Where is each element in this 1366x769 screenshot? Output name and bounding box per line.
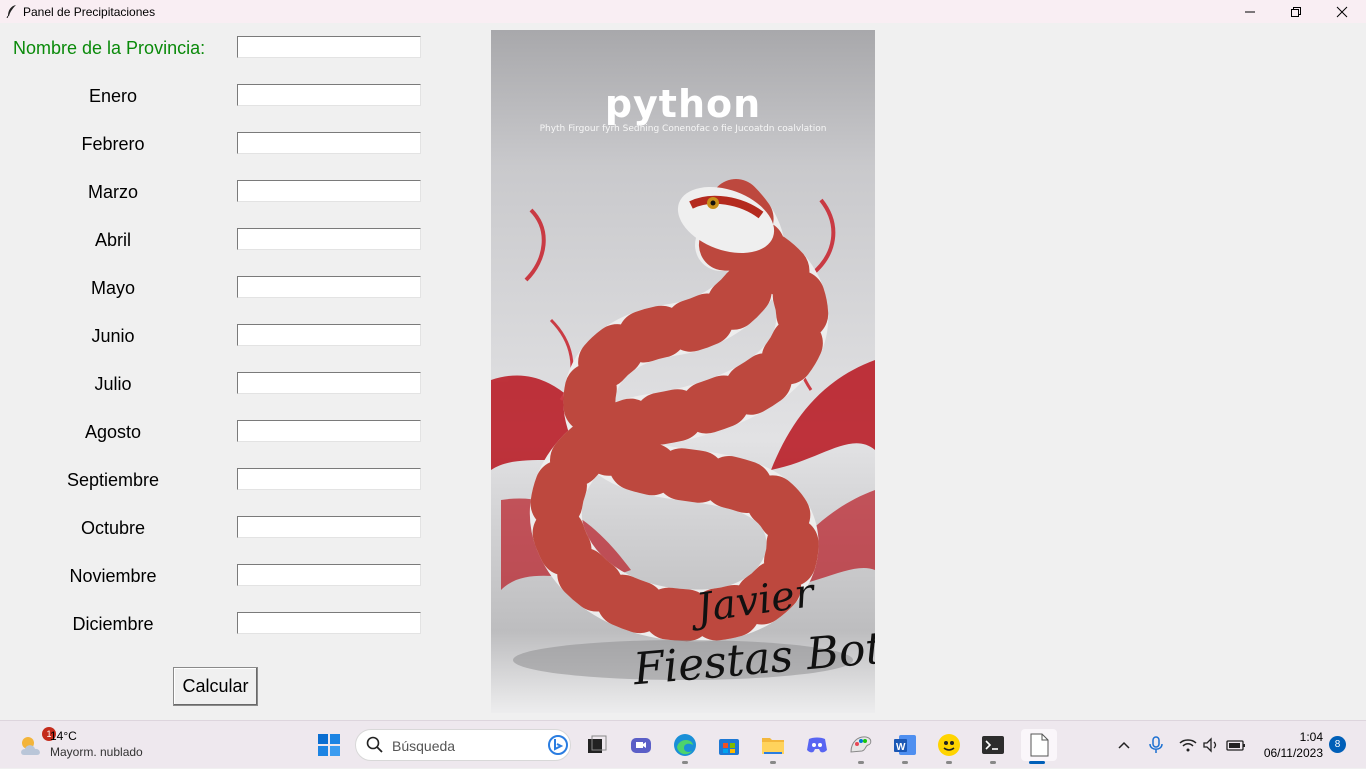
cyberghost-icon <box>938 734 960 756</box>
weather-description: Mayorm. nublado <box>50 745 143 759</box>
taskbar-store[interactable] <box>713 729 745 761</box>
running-indicator <box>990 761 996 764</box>
month-input-abril[interactable] <box>237 228 421 250</box>
meet-icon <box>631 738 651 753</box>
calculate-button[interactable]: Calcular <box>173 667 258 706</box>
weather-temperature: 14°C <box>50 729 77 743</box>
chevron-up-icon <box>1118 741 1130 749</box>
close-icon <box>1336 6 1348 17</box>
month-label-abril: Abril <box>94 230 131 250</box>
tray-microphone[interactable] <box>1146 735 1166 755</box>
running-indicator <box>946 761 952 764</box>
terminal-icon <box>982 736 1004 754</box>
weather-widget[interactable]: 1 14°C Mayorm. nublado <box>10 721 160 769</box>
search-placeholder: Búsqueda <box>392 738 456 754</box>
taskbar-task-view[interactable] <box>581 729 613 761</box>
document-icon <box>1030 733 1049 757</box>
tray-battery[interactable] <box>1226 735 1246 755</box>
title-bar: Panel de Precipitaciones <box>0 0 1366 23</box>
restore-icon <box>1291 6 1301 17</box>
windows-start-icon <box>318 734 340 756</box>
bing-icon <box>548 735 568 755</box>
month-label-febrero: Febrero <box>81 134 145 154</box>
taskbar-cyberghost[interactable] <box>933 729 965 764</box>
taskbar-terminal[interactable] <box>977 729 1009 764</box>
notification-count-badge[interactable]: 8 <box>1329 736 1346 753</box>
month-label-noviembre: Noviembre <box>69 566 157 586</box>
taskbar-paint[interactable] <box>845 729 877 764</box>
running-indicator <box>770 761 776 764</box>
clock-time: 1:04 <box>1299 730 1323 744</box>
cover-title: python <box>604 82 762 126</box>
month-label-junio: Junio <box>91 326 135 346</box>
svg-text:W: W <box>896 742 906 753</box>
discord-icon <box>807 737 827 753</box>
edge-icon <box>674 734 696 756</box>
feather-app-icon <box>6 5 16 18</box>
running-indicator <box>902 761 908 764</box>
microphone-icon <box>1149 736 1163 753</box>
wifi-icon <box>1179 739 1197 752</box>
word-icon: W <box>894 735 916 755</box>
task-view-icon <box>588 735 607 753</box>
running-indicator <box>858 761 864 764</box>
month-input-marzo[interactable] <box>237 180 421 202</box>
taskbar-file-explorer[interactable] <box>757 729 789 764</box>
month-input-febrero[interactable] <box>237 132 421 154</box>
running-indicator <box>682 761 688 764</box>
form-panel: Nombre de la Provincia: Enero Febrero Ma… <box>0 23 1366 720</box>
tray-overflow-button[interactable] <box>1114 735 1134 755</box>
month-label-septiembre: Septiembre <box>66 470 160 490</box>
month-label-octubre: Octubre <box>80 518 146 538</box>
month-input-agosto[interactable] <box>237 420 421 442</box>
month-input-mayo[interactable] <box>237 276 421 298</box>
month-label-enero: Enero <box>88 86 138 106</box>
province-input[interactable] <box>237 36 421 58</box>
month-label-julio: Julio <box>94 374 132 394</box>
taskbar-search[interactable]: Búsqueda <box>355 729 571 761</box>
store-icon <box>719 739 739 755</box>
taskbar-meet[interactable] <box>625 729 657 761</box>
month-input-junio[interactable] <box>237 324 421 346</box>
running-indicator <box>1029 761 1045 764</box>
volume-icon <box>1203 737 1217 753</box>
file-explorer-icon <box>762 738 784 754</box>
month-input-noviembre[interactable] <box>237 564 421 586</box>
cover-subtitle: Phyth Firgour fyrh Sedhing Conenofac o f… <box>539 124 827 134</box>
month-label-marzo: Marzo <box>87 182 138 202</box>
tray-wifi[interactable] <box>1178 735 1198 755</box>
month-input-octubre[interactable] <box>237 516 421 538</box>
province-label: Nombre de la Provincia: <box>13 38 206 58</box>
clock-date: 06/11/2023 <box>1263 746 1323 760</box>
month-input-enero[interactable] <box>237 84 421 106</box>
taskbar-discord[interactable] <box>801 729 833 761</box>
window-title: Panel de Precipitaciones <box>23 5 156 19</box>
month-input-septiembre[interactable] <box>237 468 421 490</box>
taskbar-document-app[interactable] <box>1021 729 1057 764</box>
battery-charging-icon <box>1226 740 1245 751</box>
taskbar-edge[interactable] <box>669 729 701 764</box>
minimize-button[interactable] <box>1227 0 1273 23</box>
month-input-diciembre[interactable] <box>237 612 421 634</box>
taskbar-word[interactable]: W <box>889 729 921 764</box>
taskbar: 1 14°C Mayorm. nublado Búsqueda W 1:04 0… <box>0 720 1366 768</box>
search-icon <box>366 736 383 753</box>
restore-button[interactable] <box>1273 0 1319 23</box>
month-input-julio[interactable] <box>237 372 421 394</box>
minimize-icon <box>1245 11 1255 12</box>
close-button[interactable] <box>1319 0 1365 23</box>
month-label-diciembre: Diciembre <box>72 614 154 634</box>
tray-volume[interactable] <box>1201 735 1221 755</box>
book-cover-image: python Phyth Firgour fyrh Sedhing Coneno… <box>491 30 875 713</box>
month-label-mayo: Mayo <box>90 278 135 298</box>
start-button[interactable] <box>313 729 345 761</box>
month-label-agosto: Agosto <box>84 422 142 442</box>
paint-icon <box>850 736 872 753</box>
